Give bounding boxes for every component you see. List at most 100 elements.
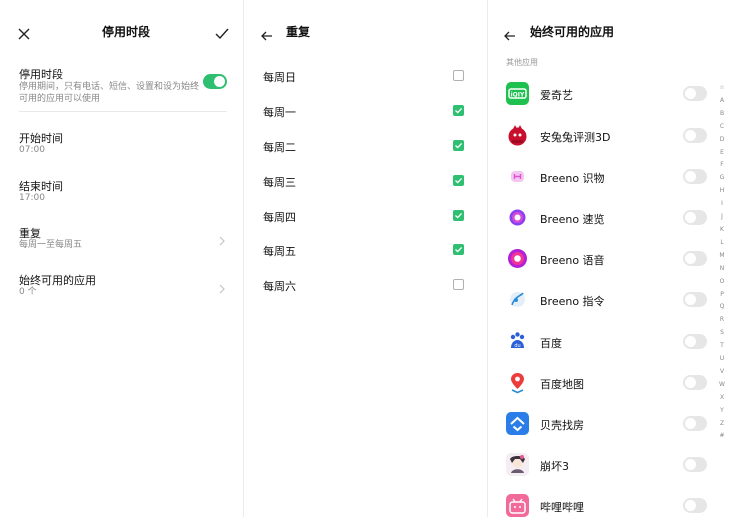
day-checkbox[interactable] <box>453 244 464 255</box>
app-name: 爱奇艺 <box>540 89 573 102</box>
day-label: 每周日 <box>263 71 296 84</box>
breeno-command-icon <box>506 288 529 311</box>
app-row-breeno-voice[interactable]: Breeno 语音 <box>488 247 730 288</box>
alphabet-letter[interactable]: G <box>717 172 727 185</box>
app-row-baidu-map[interactable]: 百度地图 <box>488 371 730 412</box>
app-name: 安兔兔评测3D <box>540 131 611 144</box>
alphabet-letter[interactable]: D <box>717 134 727 147</box>
alphabet-letter[interactable]: Y <box>717 405 727 418</box>
alphabet-letter[interactable]: K <box>717 224 727 237</box>
breeno-voice-icon <box>506 247 529 270</box>
alphabet-letter[interactable]: V <box>717 366 727 379</box>
chevron-right-icon <box>219 279 225 298</box>
app-row-bilibili[interactable]: 哔哩哔哩 <box>488 494 730 517</box>
alphabet-letter[interactable]: J <box>717 211 727 224</box>
app-switch[interactable] <box>683 210 707 225</box>
day-checkbox[interactable] <box>453 175 464 186</box>
day-label: 每周六 <box>263 280 296 293</box>
alphabet-letter[interactable]: U <box>717 353 727 366</box>
app-switch[interactable] <box>683 169 707 184</box>
downtime-header: 停用时段 <box>0 0 243 62</box>
app-row-beike[interactable]: 贝壳找房 <box>488 412 730 453</box>
confirm-check-icon[interactable] <box>215 25 229 44</box>
day-label: 每周二 <box>263 141 296 154</box>
day-checkbox[interactable] <box>453 70 464 81</box>
honkai-icon <box>506 453 529 476</box>
alphabet-index[interactable]: ☆ A B C D E F G H I J K L M N O P Q R S … <box>717 82 727 443</box>
iqiyi-icon: iQIY <box>506 82 529 105</box>
alphabet-letter[interactable]: F <box>717 159 727 172</box>
alphabet-letter[interactable]: P <box>717 289 727 302</box>
app-row-antutu[interactable]: 安兔兔评测3D <box>488 124 730 165</box>
app-switch[interactable] <box>683 86 707 101</box>
chevron-right-icon <box>219 231 225 250</box>
app-switch[interactable] <box>683 457 707 472</box>
beike-icon <box>506 412 529 435</box>
svg-text:du: du <box>514 343 520 349</box>
app-row-breeno-recognize[interactable]: Breeno 识物 <box>488 165 730 206</box>
alphabet-letter[interactable]: Q <box>717 301 727 314</box>
alphabet-letter[interactable]: R <box>717 314 727 327</box>
always-allowed-apps-panel: 始终可用的应用 其他应用 iQIY 爱奇艺 安兔兔评测3D Breeno 识物 <box>487 0 730 517</box>
alphabet-letter[interactable]: I <box>717 198 727 211</box>
alphabet-letter[interactable]: O <box>717 276 727 289</box>
row-value: 07:00 <box>19 145 45 155</box>
repeat-panel: 重复 每周日 每周一 每周二 每周三 每周四 每周五 每周六 <box>243 0 487 517</box>
section-label: 其他应用 <box>506 58 538 67</box>
day-checkbox[interactable] <box>453 140 464 151</box>
app-switch[interactable] <box>683 416 707 431</box>
back-arrow-icon[interactable] <box>261 26 273 45</box>
app-switch[interactable] <box>683 292 707 307</box>
app-switch[interactable] <box>683 375 707 390</box>
app-row-iqiyi[interactable]: iQIY 爱奇艺 <box>488 82 730 123</box>
app-switch[interactable] <box>683 128 707 143</box>
alphabet-letter[interactable]: X <box>717 392 727 405</box>
row-value: 0 个 <box>19 287 37 297</box>
day-label: 每周三 <box>263 176 296 189</box>
repeat-header: 重复 <box>244 0 487 62</box>
alphabet-letter[interactable]: A <box>717 95 727 108</box>
row-title: 停用时段 <box>19 68 63 81</box>
divider <box>19 111 227 112</box>
row-value: 17:00 <box>19 193 45 203</box>
breeno-recognize-icon <box>506 165 529 188</box>
alphabet-letter[interactable]: Z <box>717 418 727 431</box>
breeno-glance-icon <box>506 206 529 229</box>
app-name: Breeno 指令 <box>540 295 605 308</box>
alphabet-letter[interactable]: # <box>717 430 727 443</box>
app-row-honkai[interactable]: 崩坏3 <box>488 453 730 494</box>
close-icon[interactable] <box>18 25 30 44</box>
app-switch[interactable] <box>683 251 707 266</box>
alphabet-letter[interactable]: B <box>717 108 727 121</box>
alphabet-letter[interactable]: N <box>717 263 727 276</box>
alphabet-letter[interactable]: ☆ <box>717 82 727 95</box>
svg-text:iQIY: iQIY <box>511 92 525 99</box>
app-switch[interactable] <box>683 498 707 513</box>
day-checkbox[interactable] <box>453 210 464 221</box>
app-row-breeno-command[interactable]: Breeno 指令 <box>488 288 730 329</box>
app-name: 百度 <box>540 337 562 350</box>
alphabet-letter[interactable]: S <box>717 327 727 340</box>
alphabet-letter[interactable]: M <box>717 250 727 263</box>
alphabet-letter[interactable]: H <box>717 185 727 198</box>
alphabet-letter[interactable]: E <box>717 147 727 160</box>
app-switch[interactable] <box>683 334 707 349</box>
page-title: 重复 <box>286 25 311 39</box>
alphabet-letter[interactable]: L <box>717 237 727 250</box>
antutu-icon <box>506 124 529 147</box>
downtime-switch[interactable] <box>203 74 227 89</box>
day-checkbox[interactable] <box>453 279 464 290</box>
app-row-breeno-glance[interactable]: Breeno 速览 <box>488 206 730 247</box>
app-name: 哔哩哔哩 <box>540 501 584 514</box>
app-row-baidu[interactable]: du 百度 <box>488 330 730 371</box>
alphabet-letter[interactable]: C <box>717 121 727 134</box>
alphabet-letter[interactable]: W <box>717 379 727 392</box>
app-name: Breeno 速览 <box>540 213 605 226</box>
back-arrow-icon[interactable] <box>504 26 516 45</box>
alphabet-letter[interactable]: T <box>717 340 727 353</box>
app-name: Breeno 识物 <box>540 172 605 185</box>
day-label: 每周五 <box>263 245 296 258</box>
app-name: 崩坏3 <box>540 460 569 473</box>
day-checkbox[interactable] <box>453 105 464 116</box>
baidu-icon: du <box>506 330 529 353</box>
